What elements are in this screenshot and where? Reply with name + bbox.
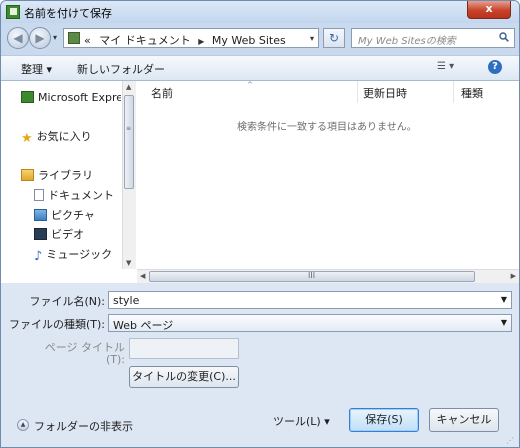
search-icon[interactable]	[499, 32, 509, 42]
scroll-right-icon[interactable]: ▶	[511, 272, 516, 280]
app-icon	[6, 5, 20, 19]
scroll-up-icon[interactable]: ▲	[126, 83, 131, 91]
browser-area: Microsoft Express ★お気に入り ライブラリ ドキュメント ピク…	[1, 81, 519, 284]
nav-item-documents[interactable]: ドキュメント	[34, 187, 114, 203]
document-icon	[34, 189, 44, 201]
filetype-label: ファイルの種類(T):	[8, 318, 105, 331]
nav-item-label: Microsoft Express	[38, 91, 121, 104]
nav-item-microsoft-express[interactable]: Microsoft Express	[21, 91, 121, 107]
filename-value: style	[113, 294, 140, 307]
library-icon	[21, 169, 34, 181]
help-icon[interactable]: ?	[488, 60, 502, 74]
page-title-label-accel: (T):	[105, 353, 125, 366]
sort-ascending-icon: ^	[247, 81, 253, 89]
command-bar: 整理 ▾ 新しいフォルダー ☰ ▾ ?	[1, 55, 519, 81]
views-button[interactable]: ☰ ▾	[437, 61, 454, 72]
scroll-grip-icon: III	[308, 271, 316, 280]
resize-grip-icon[interactable]: ⋰	[506, 436, 516, 446]
breadcrumb-separator-icon[interactable]: ▶	[198, 37, 204, 46]
nav-scrollbar[interactable]: ▲ ≡ ▼	[122, 81, 136, 269]
scroll-grip-icon: ≡	[126, 125, 132, 132]
save-as-dialog: 名前を付けて保存 x ◀ ▶ ▾ « マイ ドキュメント ▶ My Web Si…	[0, 0, 520, 448]
navigation-pane: Microsoft Express ★お気に入り ライブラリ ドキュメント ピク…	[1, 81, 121, 283]
column-header-modified[interactable]: 更新日時	[363, 85, 407, 101]
column-divider[interactable]	[357, 81, 358, 103]
chevron-down-icon[interactable]: ▼	[501, 295, 507, 304]
music-icon: ♪	[34, 249, 43, 264]
star-icon: ★	[21, 131, 33, 146]
column-divider[interactable]	[453, 81, 454, 103]
filename-input[interactable]: style ▼	[108, 291, 512, 309]
column-header-name[interactable]: 名前	[151, 85, 173, 101]
back-button[interactable]: ◀	[7, 27, 29, 49]
nav-item-label: ビデオ	[51, 228, 84, 241]
nav-item-label: ドキュメント	[48, 189, 114, 202]
recent-pages-dropdown[interactable]: ▾	[53, 33, 57, 42]
tools-menu[interactable]: ツール(L) ▾	[273, 413, 330, 429]
cancel-button[interactable]: キャンセル	[429, 408, 499, 432]
filetype-value: Web ページ	[113, 319, 174, 332]
search-input[interactable]: My Web Sitesの検索	[351, 28, 515, 48]
search-placeholder: My Web Sitesの検索	[358, 36, 456, 47]
window-title: 名前を付けて保存	[24, 7, 112, 20]
list-horizontal-scrollbar[interactable]: ◀ III ▶	[137, 269, 519, 284]
filetype-select[interactable]: Web ページ ▼	[108, 314, 512, 332]
scroll-down-icon[interactable]: ▼	[126, 259, 131, 267]
nav-item-label: ミュージック	[46, 248, 113, 261]
nav-item-favorites[interactable]: ★ お気に入り	[21, 128, 92, 146]
breadcrumb-overflow[interactable]: «	[84, 34, 91, 47]
change-title-button[interactable]: タイトルの変更(C)...	[129, 366, 239, 388]
folder-icon	[68, 32, 80, 44]
file-list: ^ 名前 更新日時 種類 検索条件に一致する項目はありません。	[137, 81, 519, 269]
scroll-left-icon[interactable]: ◀	[140, 272, 145, 280]
save-button[interactable]: 保存(S)	[349, 408, 419, 432]
filename-label: ファイル名(N):	[29, 295, 105, 308]
new-folder-button[interactable]: 新しいフォルダー	[77, 61, 165, 77]
address-dropdown-icon[interactable]: ▾	[310, 34, 314, 43]
nav-item-videos[interactable]: ビデオ	[34, 226, 84, 242]
breadcrumb-my-web-sites[interactable]: My Web Sites	[212, 34, 286, 47]
chevron-down-icon[interactable]: ▼	[501, 318, 507, 327]
empty-list-message: 検索条件に一致する項目はありません。	[237, 122, 417, 133]
nav-item-label: ライブラリ	[38, 169, 93, 182]
collapse-icon[interactable]: ▲	[17, 419, 29, 431]
address-bar[interactable]: « マイ ドキュメント ▶ My Web Sites ▾	[63, 28, 319, 48]
forward-button[interactable]: ▶	[29, 27, 51, 49]
refresh-button[interactable]: ↻	[323, 28, 345, 48]
column-header-type[interactable]: 種類	[461, 85, 483, 101]
nav-item-label: お気に入り	[36, 130, 92, 143]
title-bar: 名前を付けて保存 x	[1, 1, 519, 23]
picture-icon	[34, 209, 47, 221]
organize-button[interactable]: 整理 ▾	[21, 61, 52, 77]
address-row: ◀ ▶ ▾ « マイ ドキュメント ▶ My Web Sites ▾ ↻ My …	[1, 23, 519, 55]
nav-scroll-thumb[interactable]	[124, 95, 134, 189]
hide-folders-button[interactable]: フォルダーの非表示	[34, 418, 133, 434]
list-scroll-thumb[interactable]: III	[149, 271, 475, 282]
video-icon	[34, 228, 47, 240]
breadcrumb: « マイ ドキュメント ▶ My Web Sites	[84, 32, 286, 48]
nav-item-libraries[interactable]: ライブラリ	[21, 167, 93, 183]
page-title-input	[129, 338, 239, 359]
close-button[interactable]: x	[467, 1, 511, 19]
nav-item-music[interactable]: ♪ ミュージック	[34, 246, 113, 264]
nav-item-pictures[interactable]: ピクチャ	[34, 207, 95, 223]
nav-item-label: ピクチャ	[51, 209, 95, 222]
app-icon	[21, 91, 34, 103]
breadcrumb-my-documents[interactable]: マイ ドキュメント	[99, 34, 191, 47]
save-form: ファイル名(N): style ▼ ファイルの種類(T): Web ページ ▼ …	[1, 283, 519, 447]
